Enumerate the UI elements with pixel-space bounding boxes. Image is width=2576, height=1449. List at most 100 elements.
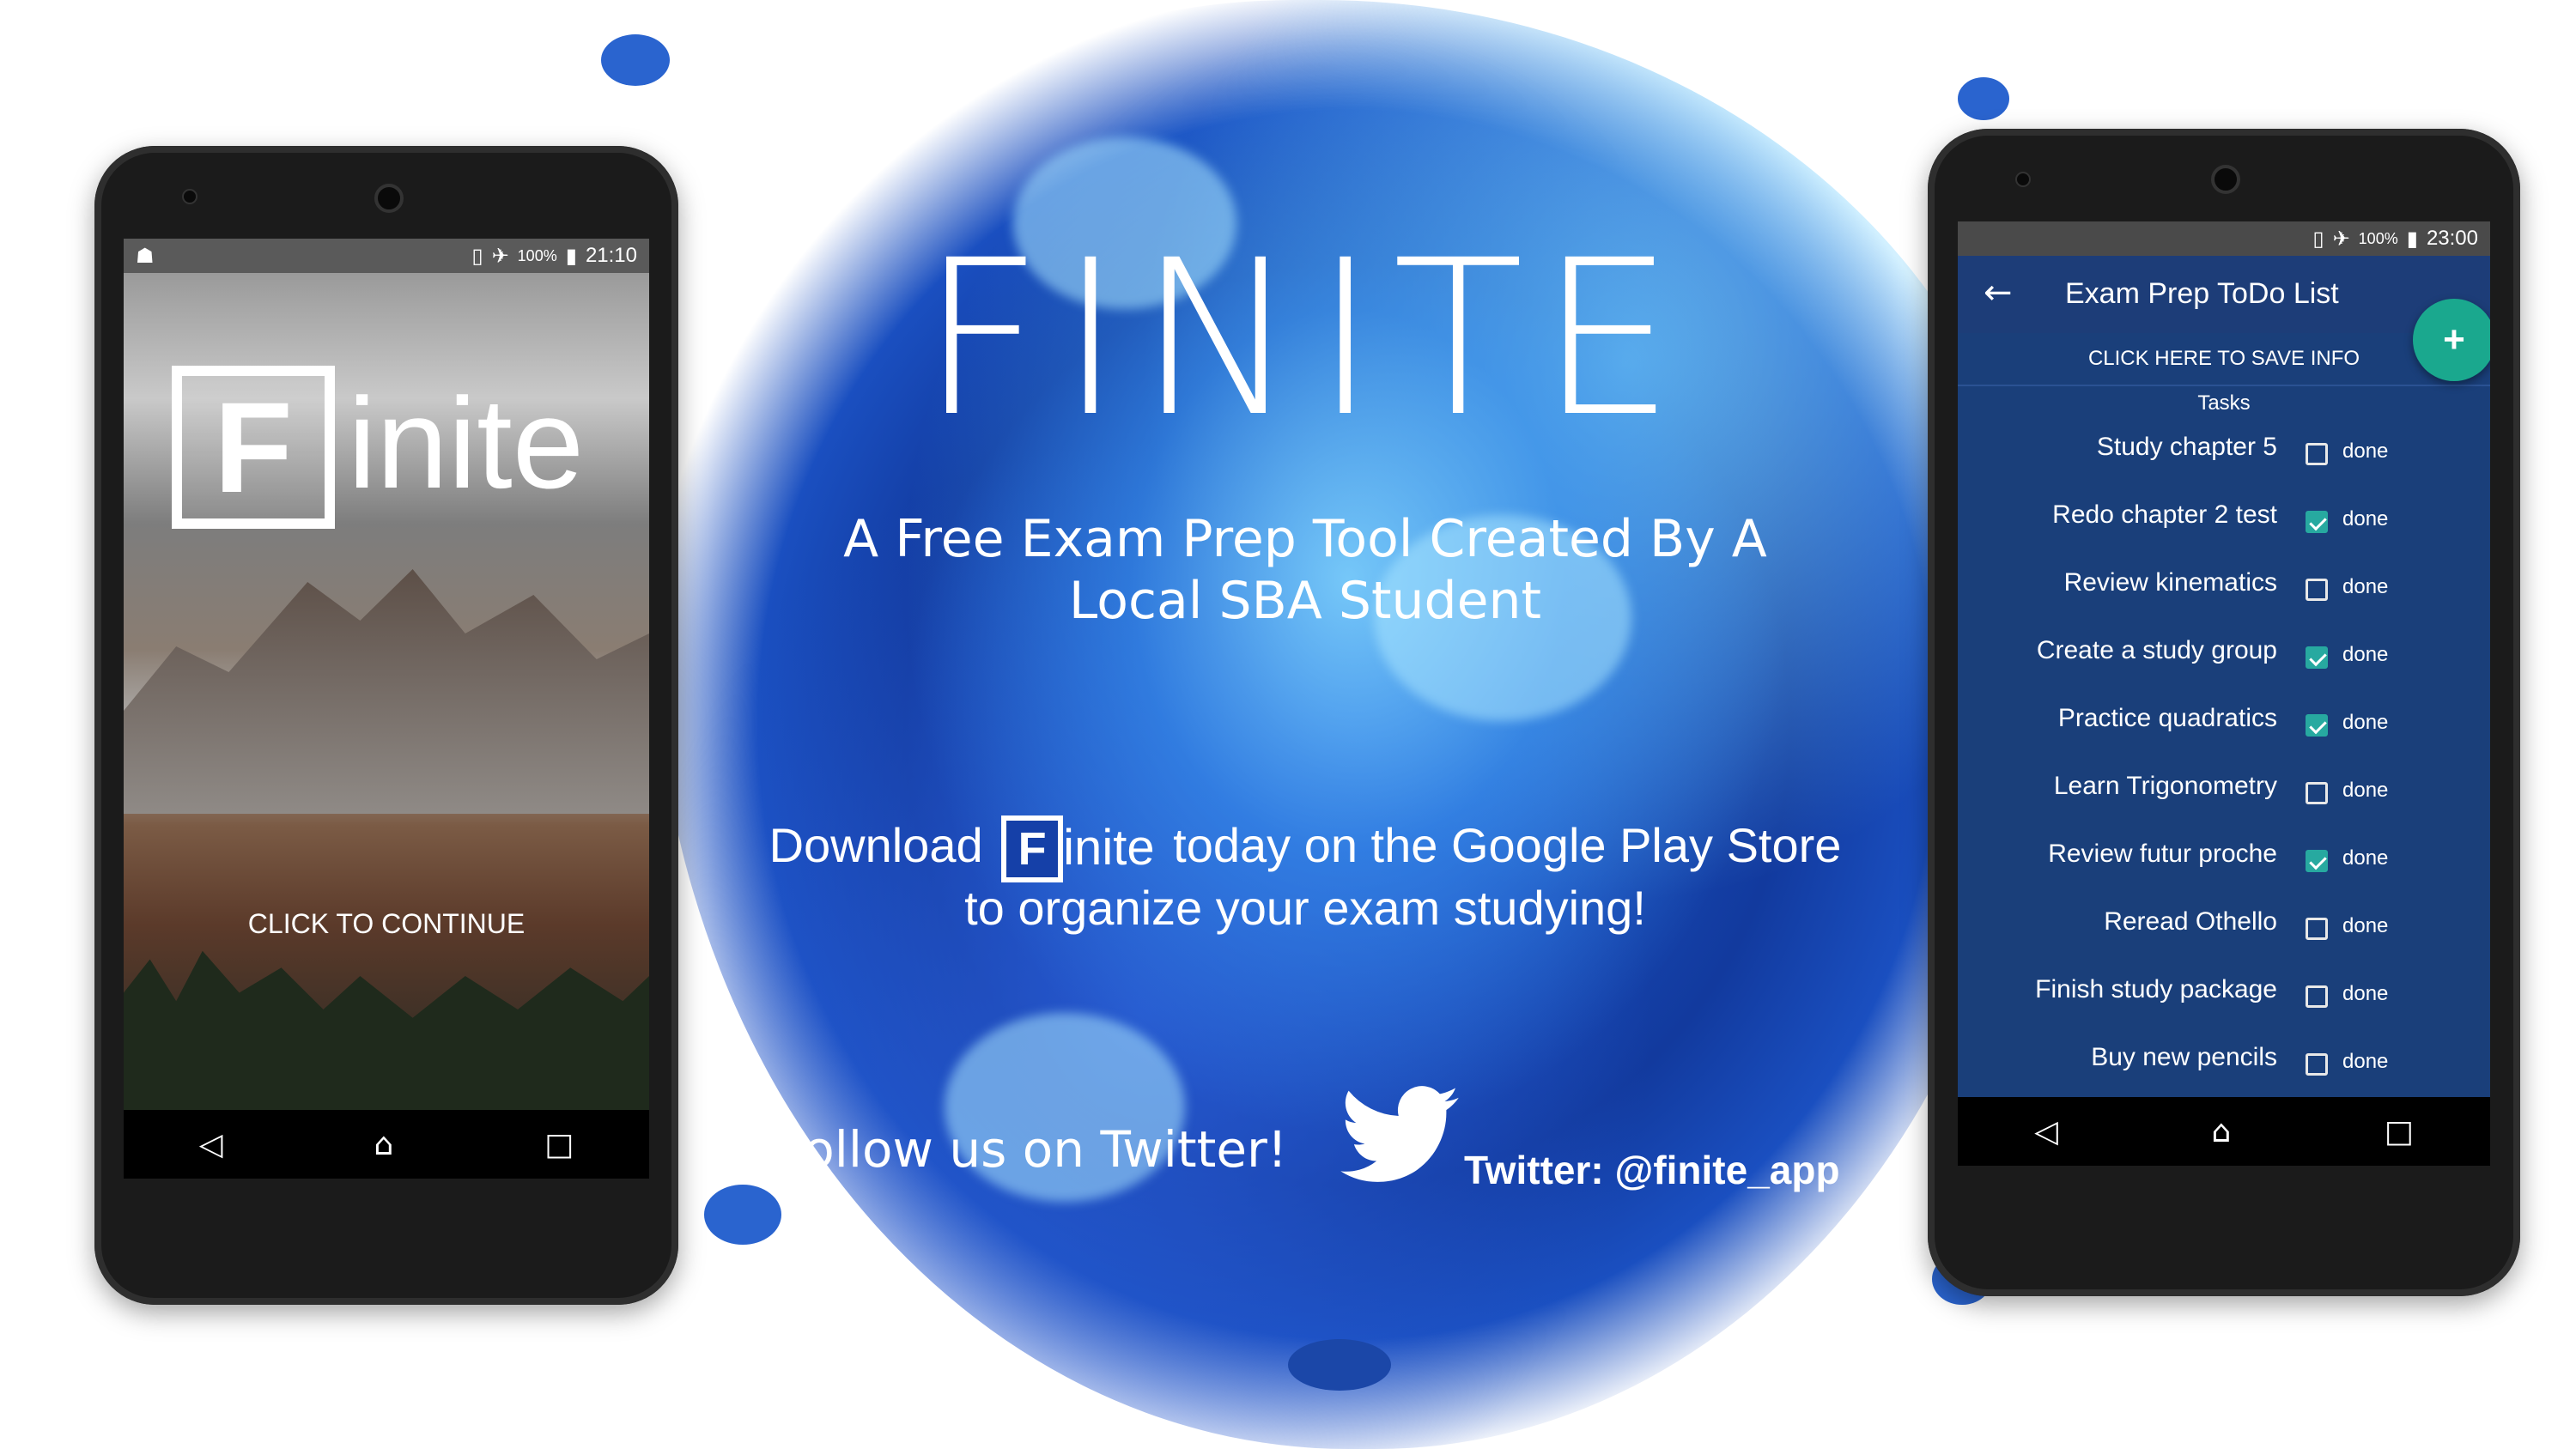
task-row: Finish study package done <box>1958 961 2490 1022</box>
done-label: done <box>2342 507 2389 530</box>
done-label: done <box>2342 914 2389 937</box>
finite-splash-logo: F inite <box>172 366 618 537</box>
done-label: done <box>2342 982 2389 1005</box>
finite-inline-logo: Finite <box>1001 815 1155 882</box>
task-checkbox[interactable] <box>2306 918 2328 940</box>
task-checkbox[interactable] <box>2306 443 2328 465</box>
download-suffix: today on the Google Play Store <box>1173 817 1842 872</box>
paint-splatter <box>601 34 670 86</box>
finite-logo-text: inite <box>1063 820 1155 876</box>
poster-subtitle-line1: A Free Exam Prep Tool Created By A <box>843 509 1767 569</box>
front-camera <box>2211 165 2240 194</box>
finite-logo-box-icon: F <box>172 366 335 529</box>
task-label: Reread Othello <box>2104 907 2277 936</box>
task-label: Create a study group <box>2036 636 2277 664</box>
task-row: Study chapter 5 done <box>1958 419 2490 479</box>
task-label: Review futur proche <box>2048 840 2277 868</box>
clock: 21:10 <box>585 244 637 267</box>
download-line: Download Finite today on the Google Play… <box>747 815 1863 882</box>
task-checkbox[interactable] <box>2306 850 2328 872</box>
app-title: Exam Prep ToDo List <box>2065 277 2339 310</box>
todo-app: ← Exam Prep ToDo List CLICK HERE TO SAVE… <box>1958 256 2490 1097</box>
task-checkbox[interactable] <box>2306 782 2328 804</box>
status-bar: ▯ ✈ 100% ▮ 23:00 <box>1958 221 2490 256</box>
task-label: Study chapter 5 <box>2096 433 2277 461</box>
paint-splatter <box>704 1185 781 1245</box>
done-label: done <box>2342 1050 2389 1073</box>
task-checkbox[interactable] <box>2306 714 2328 737</box>
app-toolbar: ← Exam Prep ToDo List <box>1958 256 2490 333</box>
download-line2: to organize your exam studying! <box>964 881 1646 935</box>
done-label: done <box>2342 711 2389 734</box>
clock: 23:00 <box>2426 227 2478 250</box>
task-label: Buy new pencils <box>2091 1043 2277 1071</box>
task-label: Redo chapter 2 test <box>2052 500 2277 529</box>
done-label: done <box>2342 779 2389 802</box>
task-row: Review kinematics done <box>1958 555 2490 615</box>
sensor <box>2015 172 2031 187</box>
task-row: Reread Othello done <box>1958 894 2490 954</box>
task-checkbox[interactable] <box>2306 985 2328 1008</box>
done-label: done <box>2342 440 2389 463</box>
twitter-bird-icon[interactable] <box>1327 1073 1473 1202</box>
vibrate-icon: ▯ <box>471 244 483 268</box>
paint-splatter <box>1958 77 2009 120</box>
airplane-icon: ✈ <box>2332 227 2350 251</box>
mountain-silhouette <box>124 569 649 814</box>
task-row: Practice quadratics done <box>1958 690 2490 750</box>
battery-icon: ▮ <box>565 244 577 268</box>
back-icon[interactable]: ◁ <box>2034 1114 2058 1149</box>
paint-splatter <box>1288 1339 1391 1391</box>
nav-bar: ◁ ⌂ □ <box>124 1110 649 1179</box>
task-checkbox[interactable] <box>2306 1053 2328 1076</box>
task-row: Learn Trigonometry done <box>1958 758 2490 818</box>
finite-logo-text: inite <box>348 371 585 515</box>
home-icon[interactable]: ⌂ <box>374 1127 393 1162</box>
android-icon: ☗ <box>136 244 155 268</box>
poster-subtitle-line2: Local SBA Student <box>1068 571 1542 631</box>
tasks-header: Tasks <box>2197 391 2251 415</box>
done-label: done <box>2342 643 2389 666</box>
done-label: done <box>2342 575 2389 598</box>
follow-twitter-text: Follow us on Twitter! <box>777 1120 1288 1179</box>
status-bar: ☗ ▯ ✈ 100% ▮ 21:10 <box>124 239 649 273</box>
done-label: done <box>2342 846 2389 870</box>
right-phone-screen: ▯ ✈ 100% ▮ 23:00 ← Exam Prep ToDo List C… <box>1958 221 2490 1166</box>
recents-icon[interactable]: □ <box>2385 1114 2414 1149</box>
click-to-continue[interactable]: CLICK TO CONTINUE <box>124 908 649 940</box>
arrow-left-icon[interactable]: ← <box>1984 273 2013 312</box>
vibrate-icon: ▯ <box>2312 227 2324 251</box>
home-icon[interactable]: ⌂ <box>2211 1114 2231 1149</box>
battery-icon: ▮ <box>2406 227 2418 251</box>
task-checkbox[interactable] <box>2306 646 2328 669</box>
task-label: Finish study package <box>2035 975 2277 1003</box>
task-row: Redo chapter 2 test done <box>1958 487 2490 547</box>
poster-title: FINITE <box>920 214 1691 464</box>
twitter-handle[interactable]: Twitter: @finite_app <box>1464 1150 1893 1190</box>
left-phone: ☗ ▯ ✈ 100% ▮ 21:10 F inite CLICK TO CONT… <box>94 146 678 1305</box>
back-icon[interactable]: ◁ <box>199 1127 223 1162</box>
plus-icon: + <box>2443 318 2465 361</box>
save-info-button[interactable]: CLICK HERE TO SAVE INFO <box>1958 333 2490 386</box>
right-phone: ▯ ✈ 100% ▮ 23:00 ← Exam Prep ToDo List C… <box>1928 129 2520 1296</box>
battery-percent: 100% <box>517 246 557 264</box>
front-camera <box>374 184 404 213</box>
sensor <box>182 189 197 204</box>
nav-bar: ◁ ⌂ □ <box>1958 1097 2490 1166</box>
task-label: Learn Trigonometry <box>2053 772 2277 800</box>
download-prefix: Download <box>769 817 983 872</box>
battery-percent: 100% <box>2358 229 2398 247</box>
task-row: Buy new pencils done <box>1958 1029 2490 1089</box>
finite-logo-box-icon: F <box>1001 815 1064 882</box>
left-phone-screen: ☗ ▯ ✈ 100% ▮ 21:10 F inite CLICK TO CONT… <box>124 239 649 1179</box>
task-row: Create a study group done <box>1958 622 2490 682</box>
task-label: Review kinematics <box>2063 568 2277 597</box>
forest-silhouette <box>124 950 649 1110</box>
airplane-icon: ✈ <box>491 244 509 268</box>
fab-add-button[interactable]: + <box>2413 299 2490 381</box>
task-checkbox[interactable] <box>2306 579 2328 601</box>
recents-icon[interactable]: □ <box>544 1127 574 1162</box>
task-label: Practice quadratics <box>2057 704 2277 732</box>
task-checkbox[interactable] <box>2306 511 2328 533</box>
task-row: Review futur proche done <box>1958 826 2490 886</box>
